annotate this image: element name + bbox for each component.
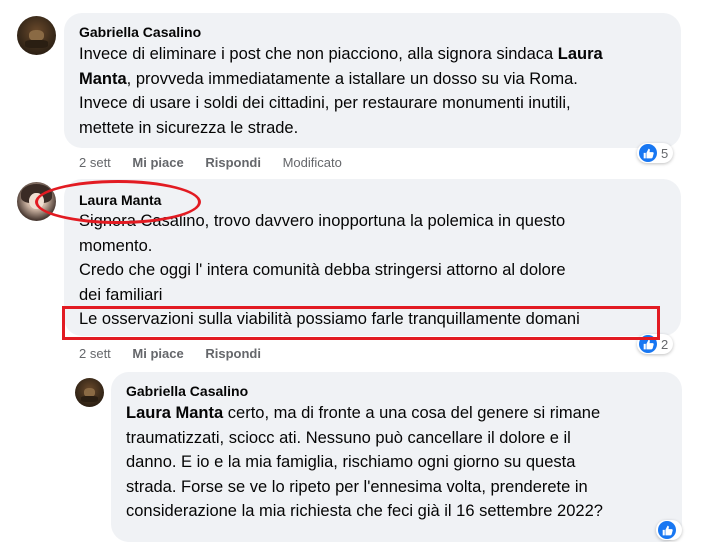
annotation-rect-highlight <box>62 306 660 340</box>
comment-line: Invece di usare i soldi dei cittadini, p… <box>79 94 571 112</box>
reactions-badge-3[interactable] <box>656 520 682 540</box>
reply-button-2[interactable]: Rispondi <box>205 346 261 361</box>
like-button-2[interactable]: Mi piace <box>132 346 183 361</box>
comment-actions-2: 2 sett Mi piace Rispondi <box>79 346 279 361</box>
annotation-ellipse-author <box>35 180 201 224</box>
comment-line: Manta, provveda immediatamente a istalla… <box>79 69 578 88</box>
reaction-count-1: 5 <box>661 145 669 161</box>
comment-line: strada. Forse se ve lo ripeto per l'enne… <box>126 477 588 496</box>
like-thumb-icon <box>639 144 657 162</box>
comment-line: momento. <box>79 236 153 255</box>
comment-line: Credo che oggi l' intera comunità debba … <box>79 261 566 279</box>
mention-link[interactable]: Laura Manta <box>126 404 223 422</box>
comment-line: dei familiari <box>79 285 163 304</box>
edited-label-1: Modificato <box>282 155 342 170</box>
avatar-gabriella-casalino[interactable] <box>17 16 56 55</box>
comment-line: mettete in sicurezza le strade. <box>79 118 299 137</box>
comment-line: Laura Manta certo, ma di fronte a una co… <box>126 404 601 422</box>
mention-link[interactable]: Manta <box>79 70 127 88</box>
comment-time-1[interactable]: 2 sett <box>79 155 111 170</box>
reaction-count-2: 2 <box>661 336 669 352</box>
mention-link[interactable]: Laura <box>558 45 603 63</box>
comment-time-2[interactable]: 2 sett <box>79 346 111 361</box>
comment-line: Invece di eliminare i post che non piacc… <box>79 45 603 63</box>
comment-actions-1: 2 sett Mi piace Rispondi Modificato <box>79 155 360 170</box>
reply-text: Laura Manta certo, ma di fronte a una co… <box>126 401 603 524</box>
reply-author[interactable]: Gabriella Casalino <box>126 383 248 399</box>
comment-line: considerazione la mia richiesta che feci… <box>126 502 603 520</box>
comment-line: traumatizzati, sciocc ati. Nessuno può c… <box>126 428 571 447</box>
reactions-badge-1[interactable]: 5 <box>637 143 674 163</box>
comment-text-1: Invece di eliminare i post che non piacc… <box>79 42 603 140</box>
avatar-gabriella-casalino-reply[interactable] <box>75 378 104 407</box>
like-thumb-icon <box>658 521 676 539</box>
like-button-1[interactable]: Mi piace <box>132 155 183 170</box>
reply-button-1[interactable]: Rispondi <box>205 155 261 170</box>
comment-author-1[interactable]: Gabriella Casalino <box>79 24 201 40</box>
comment-line: danno. E io e la mia famiglia, rischiamo… <box>126 453 576 471</box>
